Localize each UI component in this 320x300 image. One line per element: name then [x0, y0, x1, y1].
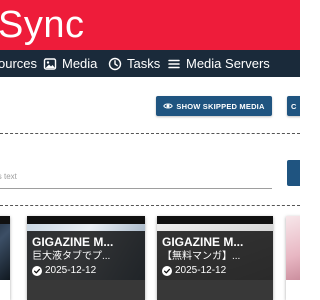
- nav-item-tasks-label: Tasks: [127, 56, 161, 71]
- nav-item-media-servers[interactable]: Media Servers: [167, 50, 270, 77]
- media-title: GIGAZINE M...: [162, 235, 244, 249]
- toolbar-next-button-label: C: [291, 101, 297, 111]
- media-title: GIGAZINE M...: [32, 235, 114, 249]
- show-skipped-media-label: SHOW SKIPPED MEDIA: [176, 101, 265, 111]
- main-nav: ources Media Tasks Media Servers: [0, 50, 300, 77]
- nav-item-sources[interactable]: ources: [0, 50, 37, 77]
- media-card[interactable]: [286, 216, 300, 300]
- search-button[interactable]: [287, 160, 300, 186]
- media-caption: GIGAZINE M... 巨大液タブでプ... 2025-12-12: [27, 231, 145, 300]
- media-date-row: 2025-12-12: [32, 264, 140, 277]
- nav-item-media-servers-label: Media Servers: [186, 56, 270, 71]
- media-date-row: 2025-12-12: [162, 264, 268, 277]
- search-input[interactable]: [0, 165, 272, 189]
- check-circle-icon: [32, 265, 42, 276]
- app-header: Sync: [0, 0, 300, 50]
- media-caption: GIGAZINE M... 【無料マンガ】... 2025-12-12: [157, 231, 273, 300]
- card-topbar: [157, 216, 273, 224]
- check-circle-icon: [162, 265, 172, 276]
- media-thumbnail: [286, 216, 300, 280]
- toolbar-next-button[interactable]: C: [287, 96, 300, 116]
- media-date: 2025-12-12: [175, 265, 227, 276]
- nav-item-media-label: Media: [62, 56, 98, 71]
- section-divider-top: [0, 133, 300, 134]
- eye-icon: [163, 101, 174, 111]
- media-thumbnail: [0, 216, 10, 280]
- show-skipped-media-button[interactable]: SHOW SKIPPED MEDIA: [156, 96, 272, 116]
- media-card[interactable]: GIGAZINE M... 【無料マンガ】... 2025-12-12: [157, 216, 273, 300]
- nav-item-tasks[interactable]: Tasks: [108, 50, 160, 77]
- media-subtitle: 巨大液タブでプ...: [32, 251, 111, 262]
- card-topbar: [0, 216, 10, 224]
- media-date: 2025-12-12: [45, 265, 97, 276]
- media-subtitle: 【無料マンガ】...: [162, 251, 241, 262]
- menu-lines-icon: [167, 57, 181, 71]
- media-card[interactable]: [0, 216, 10, 300]
- nav-item-media[interactable]: Media: [43, 50, 97, 77]
- nav-item-sources-label: ources: [0, 56, 38, 71]
- app-title: Sync: [0, 4, 85, 46]
- media-card[interactable]: GIGAZINE M... 巨大液タブでプ... 2025-12-12: [27, 216, 145, 300]
- clock-icon: [108, 57, 122, 71]
- section-divider-bottom: [0, 205, 300, 206]
- page: Sync ources Media Tasks Media Servers SH…: [0, 0, 300, 300]
- image-icon: [43, 57, 57, 71]
- card-topbar: [27, 216, 145, 224]
